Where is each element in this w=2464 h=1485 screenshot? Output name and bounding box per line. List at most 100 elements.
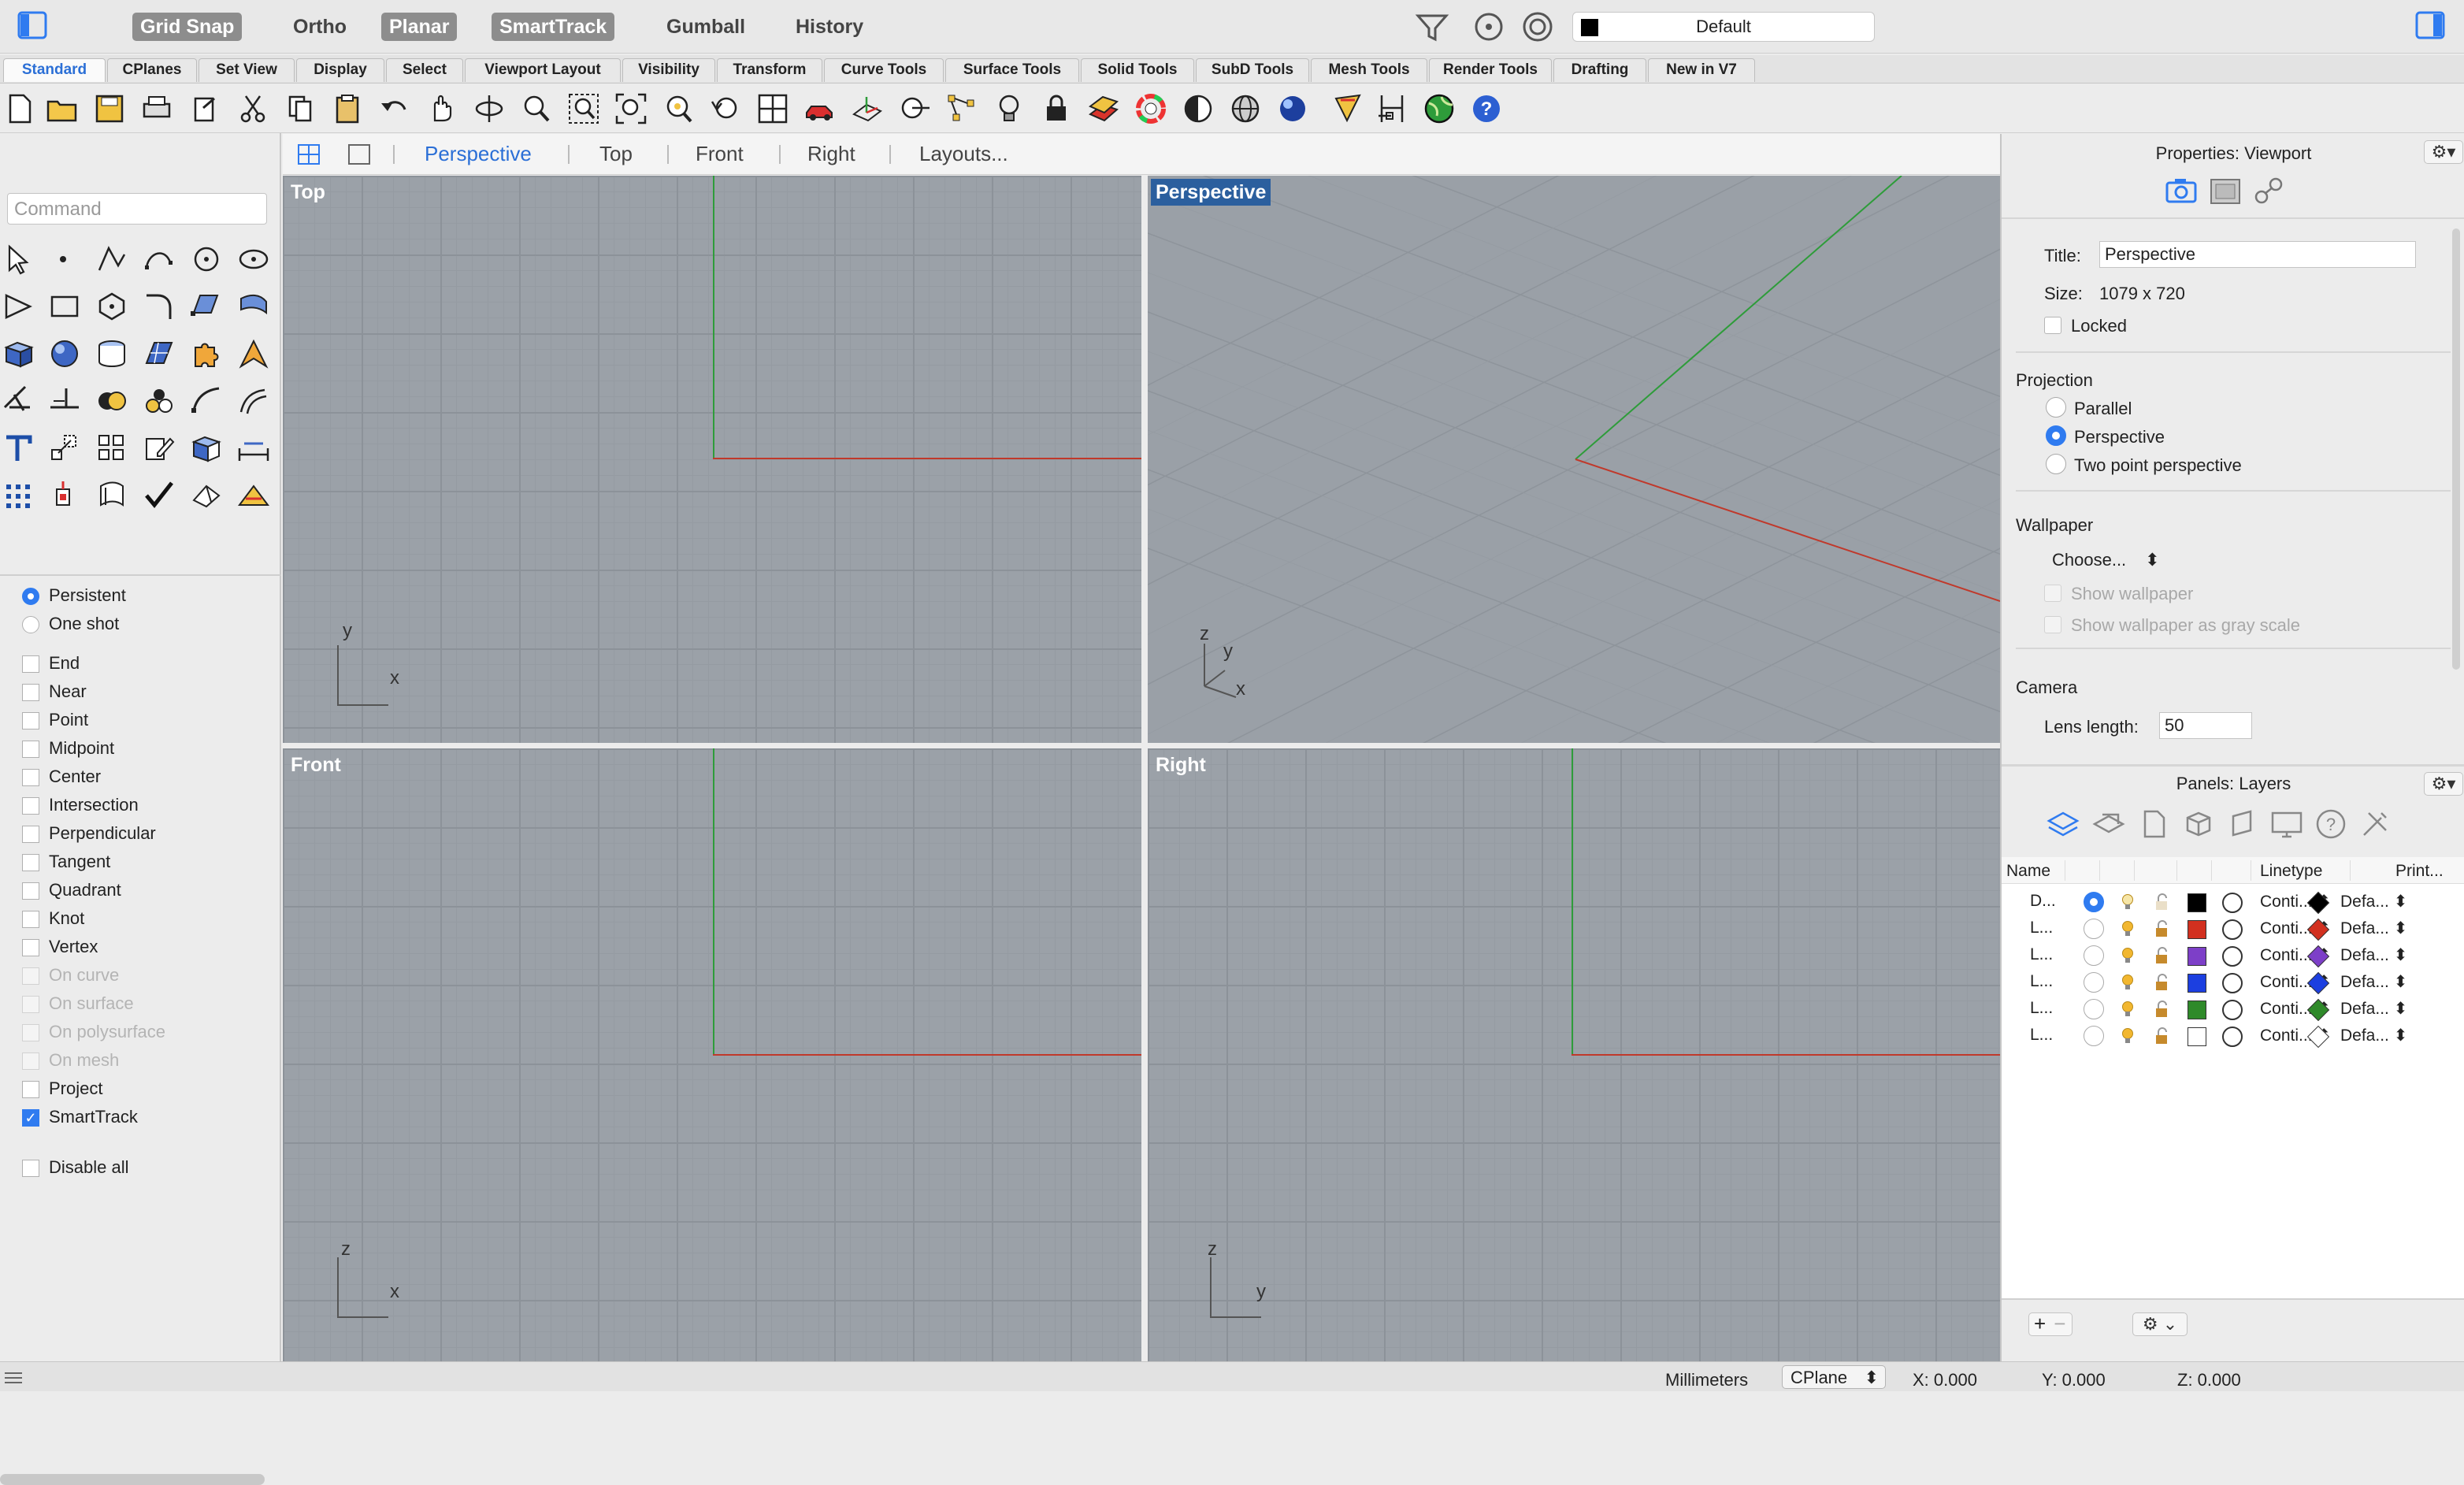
save-icon[interactable] — [93, 92, 126, 125]
current-layer-radio[interactable] — [2084, 972, 2104, 993]
named-views-icon[interactable] — [2225, 807, 2260, 841]
curve-icon[interactable] — [142, 242, 176, 277]
current-layer-selector[interactable]: Default — [1572, 12, 1875, 42]
history-gumball-icon[interactable] — [47, 478, 82, 513]
tab-top[interactable]: Top — [599, 142, 633, 165]
viewport-label[interactable]: Right — [1151, 752, 1211, 778]
tab-right[interactable]: Right — [807, 142, 855, 165]
properties-gear-button[interactable]: ⚙▾ — [2424, 140, 2463, 164]
osnap-checkbox-intersection[interactable]: Intersection — [22, 793, 139, 817]
tab-drafting[interactable]: Drafting — [1553, 58, 1646, 82]
viewport-top[interactable]: Top y x — [283, 176, 1141, 743]
shaded-sphere-icon[interactable] — [1182, 92, 1215, 125]
open-folder-icon[interactable] — [46, 92, 79, 125]
command-input[interactable]: Command — [7, 193, 267, 225]
osnap-checkbox-knot[interactable]: Knot — [22, 907, 84, 930]
select-arrow-icon[interactable] — [2, 242, 36, 277]
layer-name[interactable]: L... — [2030, 972, 2053, 991]
single-viewport-layout-icon[interactable] — [347, 143, 371, 165]
unlocked-icon[interactable] — [2154, 893, 2169, 911]
cplane-icon[interactable] — [851, 92, 884, 125]
four-viewports-icon[interactable] — [756, 92, 789, 125]
units-label[interactable]: Millimeters — [1665, 1370, 1748, 1390]
show-gray-checkbox[interactable] — [2044, 616, 2061, 633]
history-toggle[interactable]: History — [788, 13, 871, 41]
link-icon[interactable] — [2252, 175, 2287, 206]
tab-display[interactable]: Display — [296, 58, 384, 82]
undo-icon[interactable] — [378, 92, 411, 125]
unlocked-icon[interactable] — [2154, 1027, 2169, 1045]
grid-snap-toggle[interactable]: Grid Snap — [132, 13, 243, 41]
current-layer-radio[interactable] — [2084, 999, 2104, 1019]
tab-render-tools[interactable]: Render Tools — [1429, 58, 1552, 82]
tab-cplanes[interactable]: CPlanes — [107, 58, 197, 82]
layer-row[interactable]: L... Conti... ⬍Defa... ⬍ — [2002, 996, 2464, 1023]
osnap-checkbox-on-curve[interactable]: On curve — [22, 963, 119, 987]
offset-curve-icon[interactable] — [236, 384, 271, 418]
layer-name[interactable]: L... — [2030, 1026, 2053, 1045]
tab-mesh-tools[interactable]: Mesh Tools — [1311, 58, 1427, 82]
tab-front[interactable]: Front — [696, 142, 744, 165]
projection-perspective-radio[interactable] — [2046, 425, 2066, 446]
select-points-icon[interactable] — [945, 92, 978, 125]
boolean-union-icon[interactable] — [95, 384, 129, 418]
zoom-extents-icon[interactable] — [614, 92, 648, 125]
show-wallpaper-checkbox[interactable] — [2044, 585, 2061, 602]
target-icon[interactable] — [1522, 11, 1555, 43]
dimension-icon[interactable] — [1375, 92, 1408, 125]
rendered-sphere-icon[interactable] — [1276, 92, 1309, 125]
horizontal-scrollbar[interactable] — [0, 1474, 265, 1485]
osnap-checkbox-tangent[interactable]: Tangent — [22, 850, 110, 874]
zoom-selected-icon[interactable] — [662, 92, 695, 125]
cylinder-icon[interactable] — [95, 336, 129, 371]
group-icon[interactable] — [142, 384, 176, 418]
material-icon[interactable] — [2222, 1027, 2243, 1047]
rotate-view-icon[interactable] — [473, 92, 506, 125]
smarttrack-toggle[interactable]: SmartTrack — [492, 13, 615, 41]
menu-lines-icon[interactable] — [3, 1370, 24, 1386]
rectangle-icon[interactable] — [47, 289, 82, 324]
dimension-tools-icon[interactable] — [236, 431, 271, 466]
puzzle-icon[interactable] — [189, 336, 224, 371]
viewport-perspective[interactable]: Perspective z y x — [1148, 176, 2000, 743]
layer-color-swatch[interactable] — [2188, 920, 2206, 939]
material-icon[interactable] — [2222, 893, 2243, 913]
lightbulb-icon[interactable] — [2121, 893, 2134, 911]
sphere-solid-icon[interactable] — [47, 336, 82, 371]
material-icon[interactable] — [2222, 973, 2243, 993]
help-icon[interactable]: ? — [1470, 92, 1503, 125]
osnap-checkbox-point[interactable]: Point — [22, 708, 88, 732]
undo-view-icon[interactable] — [709, 92, 742, 125]
osnap-checkbox-quadrant[interactable]: Quadrant — [22, 878, 121, 902]
remove-layer-icon[interactable]: − — [2054, 1312, 2065, 1335]
projection-two-point-radio[interactable] — [2046, 454, 2066, 474]
name-column-header[interactable]: Name — [2006, 862, 2050, 881]
layer-row[interactable]: L... Conti... ⬍Defa... ⬍ — [2002, 1023, 2464, 1049]
layer-print[interactable]: Defa... ⬍ — [2340, 1026, 2407, 1045]
trim-icon[interactable] — [2, 384, 36, 418]
text-object-icon[interactable] — [2, 431, 36, 466]
unlocked-icon[interactable] — [2154, 974, 2169, 991]
lightbulb-icon[interactable] — [2121, 947, 2134, 964]
tab-surface-tools[interactable]: Surface Tools — [945, 58, 1079, 82]
lightbulb-icon[interactable] — [2121, 1027, 2134, 1045]
tab-solid-tools[interactable]: Solid Tools — [1081, 58, 1194, 82]
cplane-dropdown[interactable]: CPlane ⬍ — [1782, 1365, 1886, 1389]
layer-color-swatch[interactable] — [2188, 974, 2206, 993]
unlocked-icon[interactable] — [2154, 920, 2169, 937]
surface-icon[interactable] — [189, 289, 224, 324]
unlocked-icon[interactable] — [2154, 1001, 2169, 1018]
material-icon[interactable] — [2222, 946, 2243, 967]
current-layer-radio[interactable] — [2084, 1026, 2104, 1046]
current-layer-radio[interactable] — [2084, 892, 2104, 912]
fillet-edge-icon[interactable] — [189, 384, 224, 418]
layer-icon[interactable] — [1087, 92, 1120, 125]
scale-icon[interactable] — [47, 431, 82, 466]
osnap-one-shot-radio[interactable]: One shot — [22, 612, 119, 636]
tab-curve-tools[interactable]: Curve Tools — [824, 58, 944, 82]
unroll-surface-icon[interactable] — [95, 478, 129, 513]
tab-transform[interactable]: Transform — [717, 58, 822, 82]
osnap-checkbox-end[interactable]: End — [22, 652, 80, 675]
cut-icon[interactable] — [236, 92, 269, 125]
import-icon[interactable] — [189, 92, 222, 125]
